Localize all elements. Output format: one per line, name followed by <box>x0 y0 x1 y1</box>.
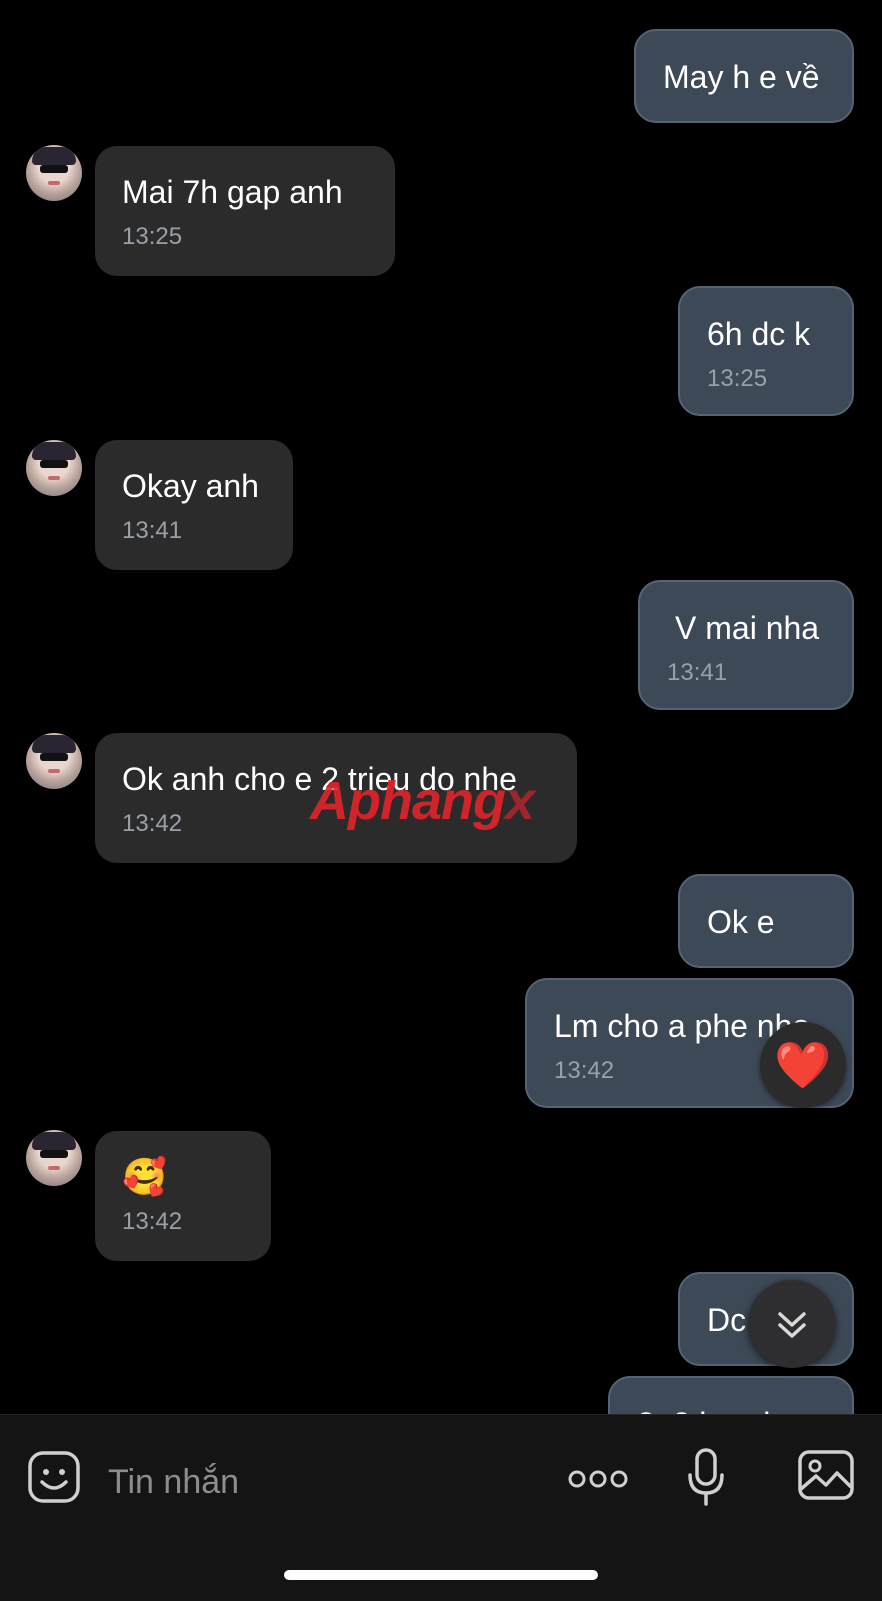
message-bubble-outgoing[interactable]: 6h dc k 13:25 <box>678 286 854 416</box>
watermark-text: Aphang <box>310 771 506 831</box>
avatar-glasses <box>40 165 68 173</box>
message-text: V mai nha <box>675 610 820 646</box>
message-text: Mai 7h gap anh <box>122 174 343 210</box>
avatar[interactable] <box>26 1130 82 1186</box>
message-text: 2: 2 ba trieu <box>637 1404 825 1414</box>
message-bubble-incoming[interactable]: 🥰 13:42 <box>95 1131 271 1261</box>
message-time: 13:25 <box>707 365 768 392</box>
avatar-glasses <box>40 753 68 761</box>
message-time: 13:25 <box>122 223 183 250</box>
avatar-glasses <box>40 1150 68 1158</box>
avatar-mouth <box>48 769 60 773</box>
avatar-mouth <box>48 476 60 480</box>
message-text: 6h dc k <box>707 316 811 352</box>
message-composer <box>0 1414 882 1601</box>
message-time: 13:41 <box>667 659 728 686</box>
avatar-hair <box>32 147 76 165</box>
message-text: Ok e <box>707 904 775 940</box>
message-text: Okay anh <box>122 468 259 504</box>
microphone-icon <box>688 1448 724 1506</box>
heart-reaction-icon[interactable]: ❤️ <box>760 1022 846 1108</box>
message-text: 🥰 <box>122 1156 167 1197</box>
avatar-hair <box>32 735 76 753</box>
avatar[interactable] <box>26 733 82 789</box>
message-bubble-outgoing[interactable]: Ok e <box>678 874 854 968</box>
avatar-hair <box>32 1132 76 1150</box>
avatar-mouth <box>48 1166 60 1170</box>
more-options-button[interactable] <box>566 1457 630 1501</box>
watermark-logo: Aphangx <box>310 770 535 832</box>
voice-message-button[interactable] <box>684 1445 728 1509</box>
avatar-hair <box>32 442 76 460</box>
reaction-emoji: ❤️ <box>774 1038 832 1091</box>
message-bubble-incoming[interactable]: Mai 7h gap anh 13:25 <box>95 146 395 276</box>
avatar[interactable] <box>26 145 82 201</box>
message-bubble-outgoing[interactable]: 2: 2 ba trieu <box>608 1376 854 1414</box>
message-bubble-outgoing[interactable]: V mai nha 13:41 <box>638 580 854 710</box>
avatar-mouth <box>48 181 60 185</box>
image-icon <box>798 1450 854 1500</box>
send-image-button[interactable] <box>796 1447 856 1503</box>
message-text: May h e về <box>663 59 820 95</box>
message-input[interactable] <box>106 1451 530 1513</box>
double-chevron-down-icon <box>778 1312 806 1338</box>
avatar-glasses <box>40 460 68 468</box>
more-icon <box>568 1470 628 1488</box>
message-time: 13:41 <box>122 517 183 544</box>
avatar[interactable] <box>26 440 82 496</box>
sticker-icon <box>28 1451 80 1503</box>
chat-thread[interactable]: May h e về Mai 7h gap anh 13:25 6h dc k … <box>0 0 882 1414</box>
message-bubble-incoming[interactable]: Okay anh 13:41 <box>95 440 293 570</box>
scroll-to-bottom-button[interactable] <box>748 1280 836 1368</box>
message-time: 13:42 <box>122 1208 183 1235</box>
watermark-x: x <box>504 771 535 831</box>
message-bubble-outgoing[interactable]: May h e về <box>634 29 854 123</box>
home-indicator[interactable] <box>284 1570 598 1580</box>
sticker-button[interactable] <box>26 1449 82 1505</box>
